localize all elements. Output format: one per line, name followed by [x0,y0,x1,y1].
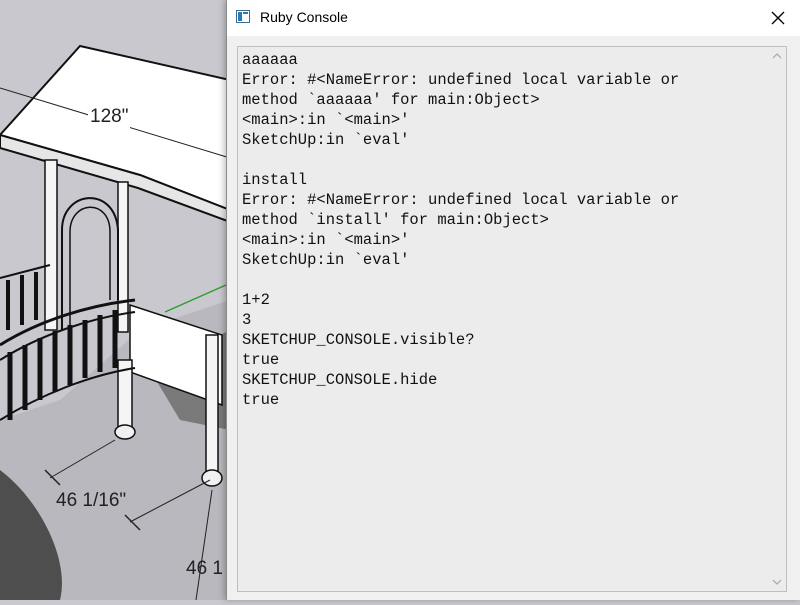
close-button[interactable] [755,0,800,36]
title-bar[interactable]: Ruby Console [227,0,800,36]
ruby-console-window: Ruby Console aaaaaa Error: #<NameError: u… [226,0,800,600]
close-icon [771,11,785,25]
console-line: SketchUp:in `eval' [242,131,410,149]
console-line: SKETCHUP_CONSOLE.hide [242,371,438,389]
console-line: Error: #<NameError: undefined local vari… [242,191,680,209]
vertical-scrollbar[interactable] [768,47,786,591]
chevron-down-icon [772,579,782,585]
console-output[interactable]: aaaaaa Error: #<NameError: undefined loca… [237,46,787,592]
console-line: method `install' for main:Object> [242,211,549,229]
console-line: 1+2 [242,291,270,309]
dimension-label-width: 46 1/16" [56,490,127,511]
console-line: <main>:in `<main>' [242,111,410,129]
console-line: true [242,391,280,409]
scroll-up-button[interactable] [768,47,786,65]
chevron-up-icon [772,53,782,59]
console-line: aaaaaa [242,51,298,69]
console-line: Error: #<NameError: undefined local vari… [242,71,680,89]
console-line: 3 [242,311,252,329]
window-title: Ruby Console [260,9,348,25]
console-output-text: aaaaaa Error: #<NameError: undefined loca… [242,50,762,410]
scroll-down-button[interactable] [768,573,786,591]
dimension-label-roof: 128" [88,106,131,128]
console-line: true [242,351,280,369]
console-line: SketchUp:in `eval' [242,251,410,269]
ruby-console-app-icon [236,10,250,23]
console-line: install [242,171,308,189]
console-line: SKETCHUP_CONSOLE.visible? [242,331,475,349]
dimension-label-depth: 46 1 [186,558,223,579]
console-line: <main>:in `<main>' [242,231,410,249]
console-line: method `aaaaaa' for main:Object> [242,91,540,109]
